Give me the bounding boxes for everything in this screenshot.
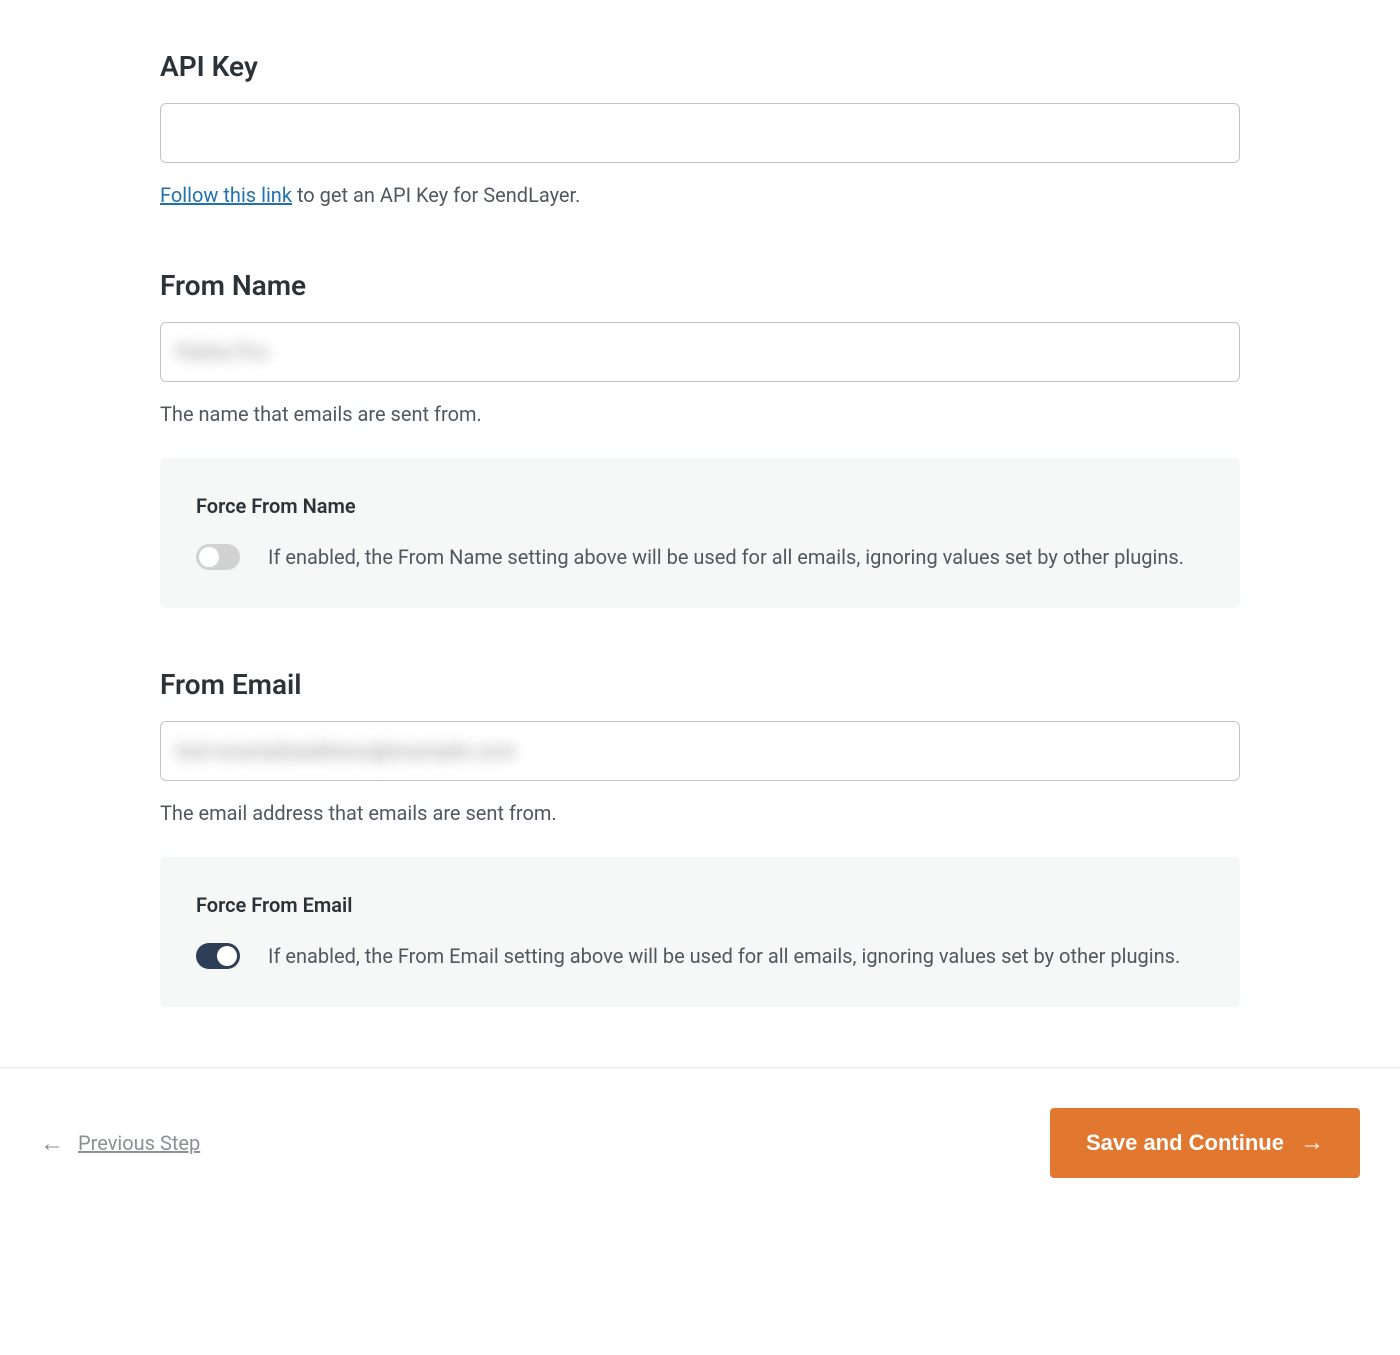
arrow-left-icon: ← (40, 1131, 64, 1155)
from-email-helper: The email address that emails are sent f… (160, 799, 1240, 827)
from-name-section: From Name Pattie Pro The name that email… (160, 269, 1240, 608)
force-from-email-description: If enabled, the From Email setting above… (268, 941, 1180, 971)
api-key-helper-suffix: to get an API Key for SendLayer. (292, 183, 580, 207)
force-from-email-box: Force From Email If enabled, the From Em… (160, 857, 1240, 1007)
force-from-name-box: Force From Name If enabled, the From Nam… (160, 458, 1240, 608)
from-email-section: From Email test-exampleaddress@example.c… (160, 668, 1240, 1007)
api-key-helper: Follow this link to get an API Key for S… (160, 181, 1240, 209)
api-key-label: API Key (160, 50, 1240, 83)
from-name-label: From Name (160, 269, 1240, 302)
from-name-helper: The name that emails are sent from. (160, 400, 1240, 428)
footer: ← Previous Step Save and Continue → (0, 1067, 1400, 1218)
force-from-name-title: Force From Name (196, 494, 1204, 518)
arrow-right-icon: → (1300, 1131, 1324, 1155)
from-name-input[interactable] (160, 322, 1240, 382)
force-from-email-toggle[interactable] (196, 943, 240, 969)
api-key-input[interactable] (160, 103, 1240, 163)
force-from-name-description: If enabled, the From Name setting above … (268, 542, 1184, 572)
from-email-label: From Email (160, 668, 1240, 701)
force-from-name-toggle[interactable] (196, 544, 240, 570)
save-and-continue-button[interactable]: Save and Continue → (1050, 1108, 1360, 1178)
api-key-section: API Key Follow this link to get an API K… (160, 50, 1240, 209)
save-button-label: Save and Continue (1086, 1130, 1284, 1156)
force-from-email-title: Force From Email (196, 893, 1204, 917)
from-email-input[interactable] (160, 721, 1240, 781)
previous-step-label: Previous Step (78, 1131, 200, 1155)
api-key-link[interactable]: Follow this link (160, 183, 292, 207)
previous-step-link[interactable]: ← Previous Step (40, 1131, 200, 1155)
